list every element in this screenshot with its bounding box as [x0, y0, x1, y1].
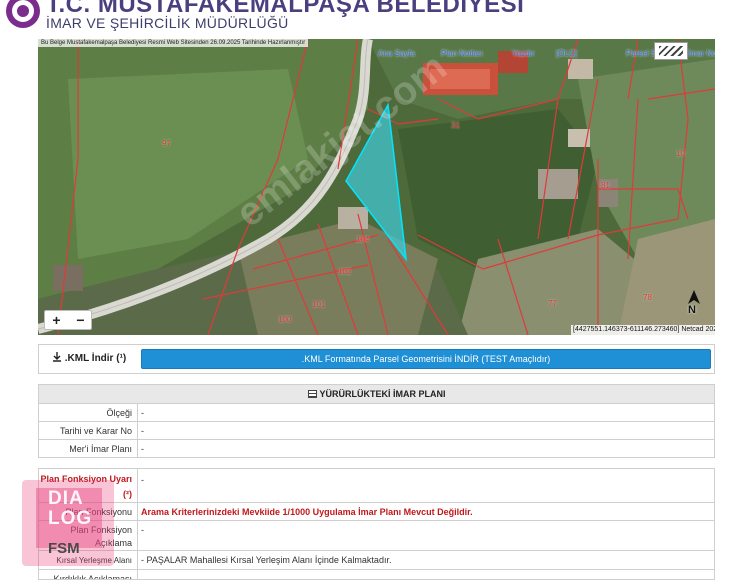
parcel-label: 104	[356, 235, 370, 244]
parcel-label: 10	[676, 149, 685, 158]
table-row: Kırdıklık Açıklaması	[39, 570, 714, 579]
coordinate-readout: [4427551.146373-611146.273460] Netcad 20…	[571, 325, 715, 335]
page-subtitle: İMAR VE ŞEHİRCİLİK MÜDÜRLÜĞÜ	[46, 15, 289, 31]
parcel-label: 81	[601, 181, 610, 190]
parcel-label: 31	[451, 121, 460, 130]
kml-download-button[interactable]: .KML Formatında Parsel Geometrisini İNDİ…	[141, 349, 711, 369]
parcel-label: 102	[338, 267, 352, 276]
download-icon	[52, 352, 61, 362]
row-value: -	[141, 426, 144, 436]
row-value: -	[141, 408, 144, 418]
row-key: Tarihi ve Karar No	[39, 422, 138, 439]
zoom-control: + −	[44, 310, 92, 330]
municipality-logo-icon	[6, 0, 40, 28]
toolbar-measure-link[interactable]: [ÖLÇ]	[556, 49, 577, 58]
table-row: Kırsal Yerleşme Alanı - PAŞALAR Mahalles…	[39, 551, 714, 570]
table-row: Plan Fonksiyon Uyarı (²) -	[39, 469, 714, 503]
toolbar-home-link[interactable]: Ana Sayfa	[378, 49, 415, 58]
row-value: -	[141, 525, 144, 535]
row-value: -	[141, 475, 144, 485]
toolbar-report-link[interactable]: İmar Notu	[688, 49, 715, 58]
zoom-out-button[interactable]: −	[69, 311, 92, 329]
table-row: Tarihi ve Karar No -	[39, 422, 714, 440]
page-header: T.C. MUSTAFAKEMALPAŞA BELEDİYESİ İMAR VE…	[0, 0, 750, 40]
dialog-fsm-logo: DIA LOG FSM	[22, 480, 114, 580]
row-value: - PAŞALAR Mahallesi Kırsal Yerleşim Alan…	[141, 555, 392, 565]
north-arrow-icon: N	[686, 290, 702, 318]
parcel-label: 101	[312, 300, 326, 309]
parcel-label: 97	[162, 139, 171, 148]
row-key: Mer'i İmar Planı	[39, 440, 138, 458]
parcel-map[interactable]: Bu Belge Mustafakemalpaşa Belediyesi Res…	[38, 39, 715, 335]
kml-label: .KML İndir (¹)	[39, 345, 139, 373]
table-row: Plan Fonksiyonu Arama Kriterlerinizdeki …	[39, 503, 714, 521]
parcel-label: 78	[643, 293, 652, 302]
table-icon	[307, 390, 317, 398]
zoom-in-button[interactable]: +	[45, 311, 68, 329]
table-row: Mer'i İmar Planı -	[39, 440, 714, 458]
row-value: -	[141, 444, 144, 454]
table-row: Plan Fonksiyon Açıklama -	[39, 521, 714, 551]
plan-function-table: Plan Fonksiyon Uyarı (²) - Plan Fonksiyo…	[38, 468, 715, 580]
zoning-plan-header: YÜRÜRLÜKTEKİ İMAR PLANI	[39, 385, 714, 404]
toolbar-plan-notes-link[interactable]: Plan Notları	[441, 49, 483, 58]
row-key: Ölçeği	[39, 404, 138, 421]
table-row: Ölçeği -	[39, 404, 714, 422]
map-info-strip: Bu Belge Mustafakemalpaşa Belediyesi Res…	[38, 39, 309, 47]
current-zoning-plan-table: YÜRÜRLÜKTEKİ İMAR PLANI Ölçeği - Tarihi …	[38, 384, 715, 458]
row-value: Arama Kriterlerinizdeki Mevkiide 1/1000 …	[141, 507, 473, 517]
parcel-label: 100	[278, 315, 292, 324]
layers-icon[interactable]	[654, 42, 688, 60]
parcel-label: 77	[548, 299, 557, 308]
kml-download-row: .KML İndir (¹) .KML Formatında Parsel Ge…	[38, 344, 715, 374]
toolbar-print-link[interactable]: Yazdır	[512, 49, 535, 58]
